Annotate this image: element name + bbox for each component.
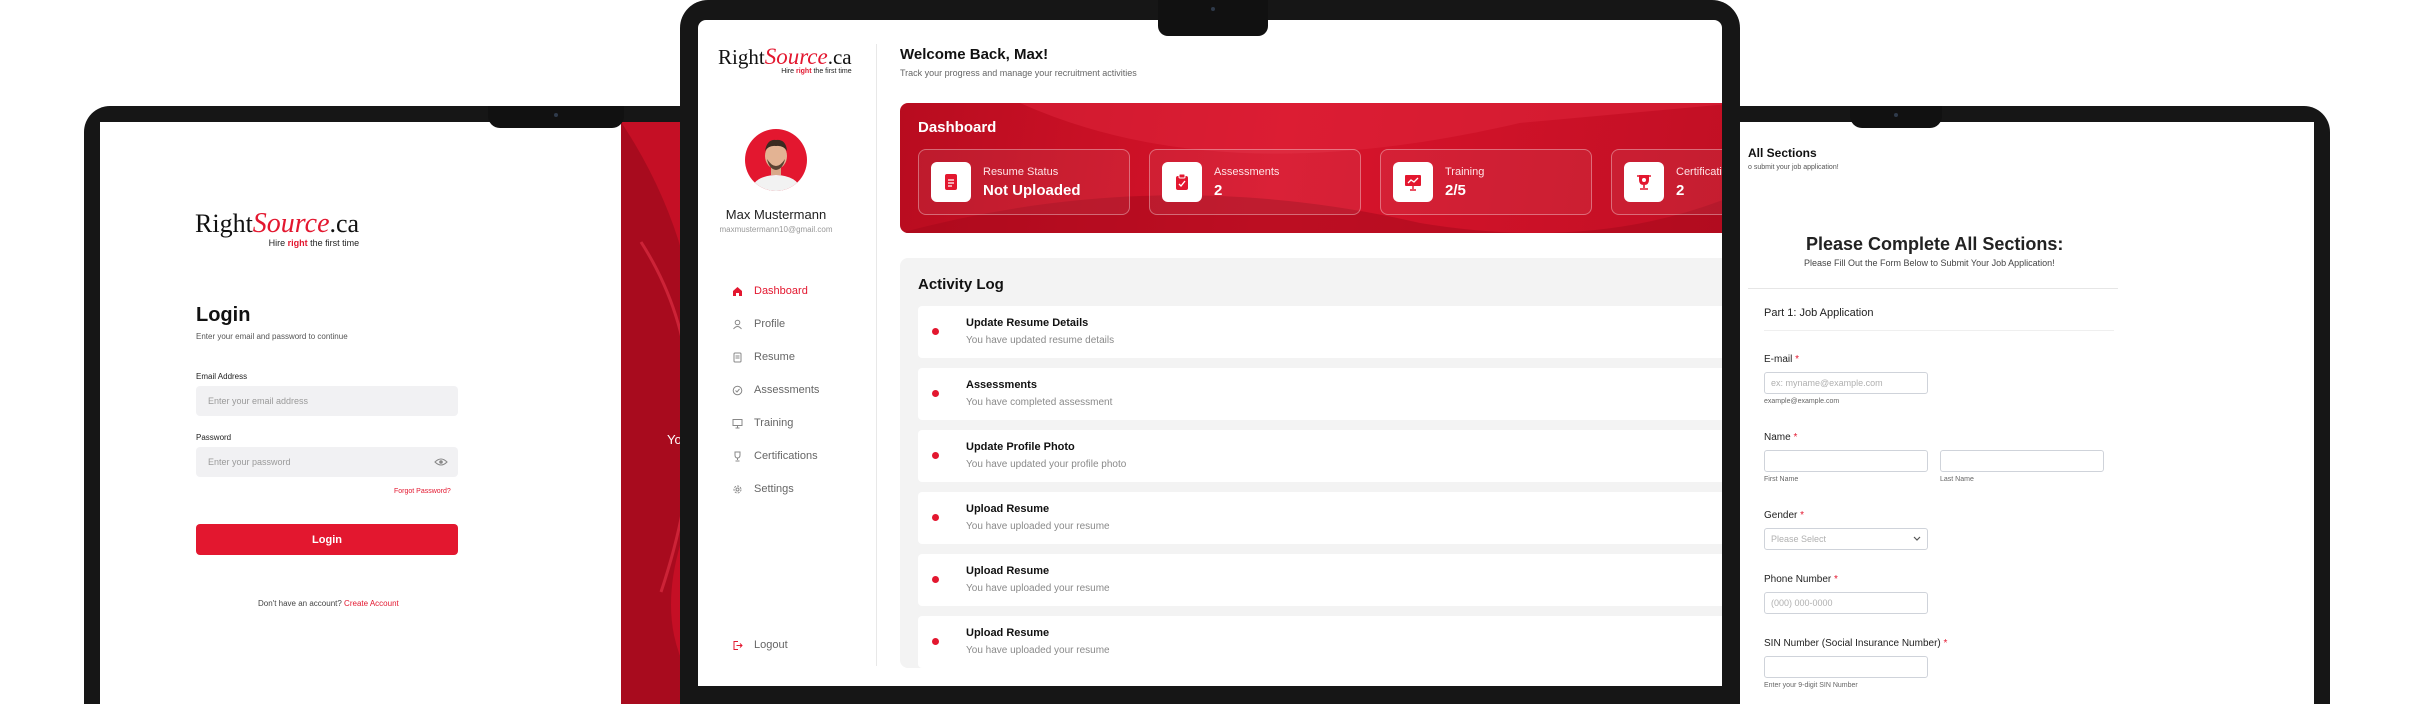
sidebar-item-training[interactable]: Training [730, 416, 793, 430]
login-button[interactable]: Login [196, 524, 458, 555]
resume-icon [931, 162, 971, 202]
activity-log-title: Activity Log [918, 276, 1004, 293]
forgot-password-link[interactable]: Forgot Password? [394, 488, 451, 495]
sidebar-item-resume[interactable]: Resume [730, 350, 795, 364]
card-certifications[interactable]: Certifications 2 [1611, 149, 1722, 215]
assessment-icon [1162, 162, 1202, 202]
home-icon [730, 284, 744, 298]
sidebar-divider [876, 44, 877, 666]
status-dot [932, 390, 939, 397]
last-name-input[interactable] [1940, 450, 2104, 472]
status-dot [932, 514, 939, 521]
email-label: Email Address [196, 372, 248, 381]
clipboard-icon [730, 383, 744, 397]
phone-label: Phone Number * [1764, 574, 1838, 585]
user-icon [730, 317, 744, 331]
form-header-subtitle: o submit your job application! [1748, 164, 1839, 171]
email-hint: example@example.com [1764, 398, 1840, 405]
sidebar-item-certifications[interactable]: Certifications [730, 449, 818, 463]
status-dot [932, 638, 939, 645]
banner-title: Dashboard [918, 119, 997, 136]
divider [1748, 288, 2118, 289]
camera-notch [1158, 0, 1268, 36]
first-name-input[interactable] [1764, 450, 1928, 472]
status-dot [932, 328, 939, 335]
sidebar-nav: Dashboard Profile Resume Assessments Tra… [730, 20, 870, 686]
sidebar-item-settings[interactable]: Settings [730, 482, 794, 496]
laptop-login: RightSource.ca Hire right the first time… [84, 106, 784, 704]
list-item[interactable]: Assessments You have completed assessment [918, 368, 1722, 420]
status-dot [932, 452, 939, 459]
form-main-subtitle: Please Fill Out the Form Below to Submit… [1804, 258, 2055, 268]
training-icon [1393, 162, 1433, 202]
list-item[interactable]: Update Resume Details You have updated re… [918, 306, 1722, 358]
list-item[interactable]: Upload Resume You have uploaded your resu… [918, 554, 1722, 606]
sidebar-item-assessments[interactable]: Assessments [730, 383, 819, 397]
first-name-hint: First Name [1764, 476, 1799, 483]
login-title: Login [196, 304, 251, 326]
list-item[interactable]: Upload Resume You have uploaded your resu… [918, 492, 1722, 544]
welcome-title: Welcome Back, Max! [900, 46, 1049, 63]
dashboard-banner: Dashboard Resume Status Not Uploaded Ass… [900, 103, 1722, 233]
list-item[interactable]: Upload Resume You have uploaded your resu… [918, 616, 1722, 668]
certificate-icon [1624, 162, 1664, 202]
card-assessments[interactable]: Assessments 2 [1149, 149, 1361, 215]
trophy-icon [730, 449, 744, 463]
camera-notch [488, 106, 624, 128]
password-field[interactable]: Enter your password [196, 447, 458, 477]
camera-notch [1850, 106, 1942, 128]
list-item[interactable]: Update Profile Photo You have updated you… [918, 430, 1722, 482]
document-icon [730, 350, 744, 364]
login-subtitle: Enter your email and password to continu… [196, 332, 348, 341]
password-label: Password [196, 433, 232, 442]
logout-icon [730, 638, 744, 652]
card-resume-status[interactable]: Resume Status Not Uploaded [918, 149, 1130, 215]
gender-label: Gender * [1764, 510, 1805, 521]
divider [1764, 330, 2114, 331]
chevron-down-icon [1913, 536, 1921, 541]
welcome-subtitle: Track your progress and manage your recr… [900, 68, 1137, 78]
logout-button[interactable]: Logout [730, 638, 788, 652]
form-main-title: Please Complete All Sections: [1806, 234, 2064, 254]
email-form-label: E-mail * [1764, 354, 1800, 365]
card-training[interactable]: Training 2/5 [1380, 149, 1592, 215]
sidebar-item-dashboard[interactable]: Dashboard [730, 284, 808, 298]
form-part-title: Part 1: Job Application [1764, 307, 1874, 319]
create-account-row: Don't have an account? Create Account [258, 599, 399, 608]
sin-label: SIN Number (Social Insurance Number) * [1764, 638, 1948, 649]
gender-select[interactable]: Please Select [1764, 528, 1928, 550]
laptop-dashboard: RightSource.ca Hire right the first time… [680, 0, 1740, 704]
sin-input[interactable] [1764, 656, 1928, 678]
email-field[interactable]: Enter your email address [196, 386, 458, 416]
login-screen: RightSource.ca Hire right the first time… [100, 122, 768, 704]
laptop-form: All Sections o submit your job applicati… [1710, 106, 2330, 704]
form-email-input[interactable]: ex: myname@example.com [1764, 372, 1928, 394]
phone-input[interactable]: (000) 000-0000 [1764, 592, 1928, 614]
last-name-hint: Last Name [1940, 476, 1974, 483]
sidebar-item-profile[interactable]: Profile [730, 317, 785, 331]
sin-hint: Enter your 9-digit SIN Number [1764, 682, 1858, 689]
login-logo: RightSource.ca Hire right the first time [195, 208, 360, 248]
create-account-link[interactable]: Create Account [344, 599, 399, 608]
eye-icon[interactable] [434, 457, 448, 467]
activity-log-panel: Activity Log Update Resume Details You ha… [900, 258, 1722, 668]
dashboard-screen: RightSource.ca Hire right the first time… [698, 20, 1722, 686]
status-dot [932, 576, 939, 583]
login-tagline: Hire right the first time [268, 238, 360, 248]
presentation-icon [730, 416, 744, 430]
name-label: Name * [1764, 432, 1798, 443]
gear-icon [730, 482, 744, 496]
form-screen: All Sections o submit your job applicati… [1726, 122, 2314, 704]
form-header-title: All Sections [1748, 146, 1817, 160]
